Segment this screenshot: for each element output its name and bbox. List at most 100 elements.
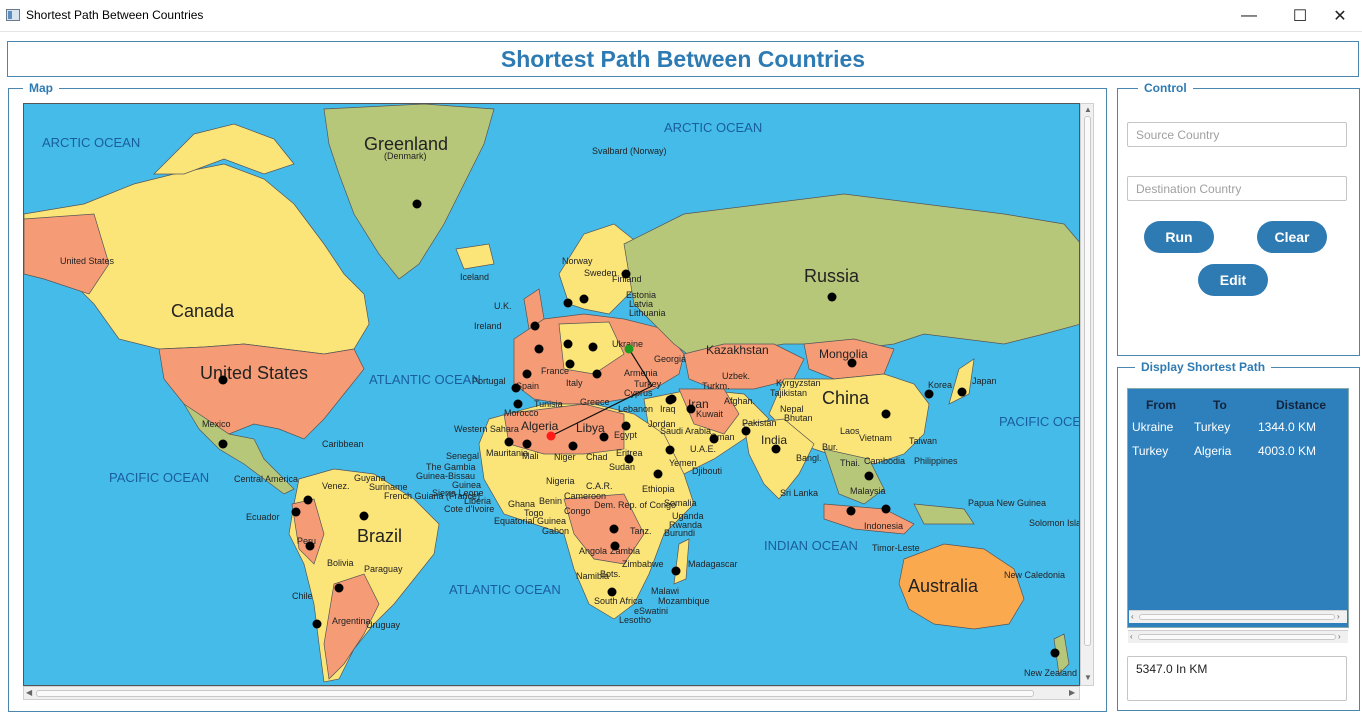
run-button[interactable]: Run (1144, 221, 1214, 253)
map-horizontal-scroll-thumb[interactable] (36, 690, 1034, 697)
map-horizontal-scrollbar[interactable]: ◀ ▶ (23, 686, 1080, 700)
minimize-icon[interactable]: — (1226, 0, 1272, 32)
label-france: France (541, 366, 569, 376)
map-vertical-scrollbar[interactable]: ▲ ▼ (1080, 103, 1094, 686)
country-node-dot[interactable] (565, 359, 575, 369)
table-inner-scroll-thumb[interactable] (1139, 614, 1335, 620)
label-mozambique: Mozambique (658, 596, 710, 606)
world-map[interactable]: ARCTIC OCEAN ARCTIC OCEAN ATLANTIC OCEAN… (23, 103, 1080, 686)
country-node-dot[interactable] (847, 358, 857, 368)
country-node-dot[interactable] (291, 507, 301, 517)
country-node-dot[interactable] (568, 441, 578, 451)
country-node-dot[interactable] (511, 383, 521, 393)
country-node-dot[interactable] (827, 292, 837, 302)
table-outer-scroll-thumb[interactable] (1138, 634, 1336, 640)
scroll-left-icon[interactable]: ‹ (1130, 632, 1133, 641)
country-node-dot[interactable] (771, 444, 781, 454)
country-node-dot[interactable] (218, 375, 228, 385)
country-node-dot[interactable] (412, 199, 422, 209)
label-burma: Bur. (822, 442, 838, 452)
close-icon[interactable]: ✕ (1317, 0, 1362, 32)
country-node-dot[interactable] (312, 619, 322, 629)
table-row[interactable]: Turkey Algeria 4003.0 KM (1128, 444, 1348, 468)
label-australia: Australia (908, 576, 979, 596)
country-node-dot[interactable] (592, 369, 602, 379)
country-node-dot[interactable] (881, 409, 891, 419)
country-node-dot[interactable] (957, 387, 967, 397)
country-node-dot[interactable] (534, 344, 544, 354)
country-node-dot[interactable] (607, 587, 617, 597)
country-node-dot[interactable] (846, 506, 856, 516)
country-node-dot[interactable] (359, 511, 369, 521)
label-solomon-islands: Solomon Islands (1029, 518, 1080, 528)
source-country-input[interactable] (1127, 122, 1347, 147)
country-node-dot[interactable] (1050, 648, 1060, 658)
country-node-dot[interactable] (218, 439, 228, 449)
country-node-dot[interactable] (588, 342, 598, 352)
country-node-dot[interactable] (741, 426, 751, 436)
scroll-up-icon[interactable]: ▲ (1084, 105, 1092, 114)
country-node-dot[interactable] (504, 437, 514, 447)
country-node-dot[interactable] (522, 369, 532, 379)
country-node-dot[interactable] (522, 439, 532, 449)
column-header-to[interactable]: To (1213, 398, 1227, 412)
clear-button[interactable]: Clear (1257, 221, 1327, 253)
path-start-node-ukraine[interactable] (624, 344, 634, 354)
country-node-dot[interactable] (303, 495, 313, 505)
country-node-dot[interactable] (686, 404, 696, 414)
country-node-dot[interactable] (530, 321, 540, 331)
map-panel-label: Map (23, 81, 59, 95)
country-node-dot[interactable] (624, 454, 634, 464)
country-node-dot[interactable] (563, 298, 573, 308)
destination-country-input[interactable] (1127, 176, 1347, 201)
table-row[interactable]: Ukraine Turkey 1344.0 KM (1128, 420, 1348, 444)
land-papua (913, 503, 975, 525)
column-header-from[interactable]: From (1146, 398, 1176, 412)
country-node-dot[interactable] (665, 395, 675, 405)
label-taiwan: Taiwan (909, 436, 937, 446)
label-uae: U.A.E. (690, 444, 716, 454)
country-node-dot[interactable] (671, 566, 681, 576)
scroll-left-icon[interactable]: ‹ (1131, 612, 1134, 621)
country-node-dot[interactable] (610, 541, 620, 551)
country-node-dot[interactable] (599, 432, 609, 442)
scroll-right-icon[interactable]: › (1338, 632, 1341, 641)
country-node-dot[interactable] (513, 399, 523, 409)
country-node-dot[interactable] (924, 389, 934, 399)
land-japan (948, 358, 975, 405)
column-header-distance[interactable]: Distance (1276, 398, 1326, 412)
country-node-dot[interactable] (665, 445, 675, 455)
country-node-dot[interactable] (653, 469, 663, 479)
scroll-left-icon[interactable]: ◀ (26, 688, 32, 697)
cell-from: Turkey (1132, 444, 1169, 458)
edit-button[interactable]: Edit (1198, 264, 1268, 296)
country-node-dot[interactable] (579, 294, 589, 304)
label-greece: Greece (580, 397, 610, 407)
scroll-right-icon[interactable]: › (1337, 612, 1340, 621)
path-end-node-algeria[interactable] (546, 431, 556, 441)
table-inner-horizontal-scrollbar[interactable]: ‹ › (1129, 610, 1347, 623)
country-node-dot[interactable] (609, 524, 619, 534)
scroll-down-icon[interactable]: ▼ (1084, 673, 1092, 682)
map-vertical-scroll-thumb[interactable] (1084, 116, 1091, 646)
scroll-right-icon[interactable]: ▶ (1069, 688, 1075, 697)
land-iceland (455, 243, 495, 270)
label-iraq: Iraq (660, 404, 676, 414)
label-cote-divoire: Cote d'Ivoire (444, 504, 494, 514)
country-node-dot[interactable] (621, 269, 631, 279)
map-panel: Map ARCTIC OCEAN ARCTIC OCEAN ATLANTIC O… (8, 81, 1107, 712)
country-node-dot[interactable] (709, 434, 719, 444)
path-table[interactable]: From To Distance Ukraine Turkey 1344.0 K… (1127, 388, 1349, 628)
label-mongolia: Mongolia (819, 347, 868, 361)
label-norway: Norway (562, 256, 593, 266)
country-node-dot[interactable] (563, 339, 573, 349)
country-node-dot[interactable] (621, 421, 631, 431)
country-node-dot[interactable] (864, 471, 874, 481)
control-panel-label: Control (1138, 81, 1193, 95)
country-node-dot[interactable] (881, 504, 891, 514)
table-outer-horizontal-scrollbar[interactable]: ‹ › (1128, 630, 1348, 643)
total-distance-output[interactable]: 5347.0 In KM (1127, 656, 1347, 701)
country-node-dot[interactable] (334, 583, 344, 593)
country-node-dot[interactable] (305, 541, 315, 551)
label-new-caledonia: New Caledonia (1004, 570, 1065, 580)
